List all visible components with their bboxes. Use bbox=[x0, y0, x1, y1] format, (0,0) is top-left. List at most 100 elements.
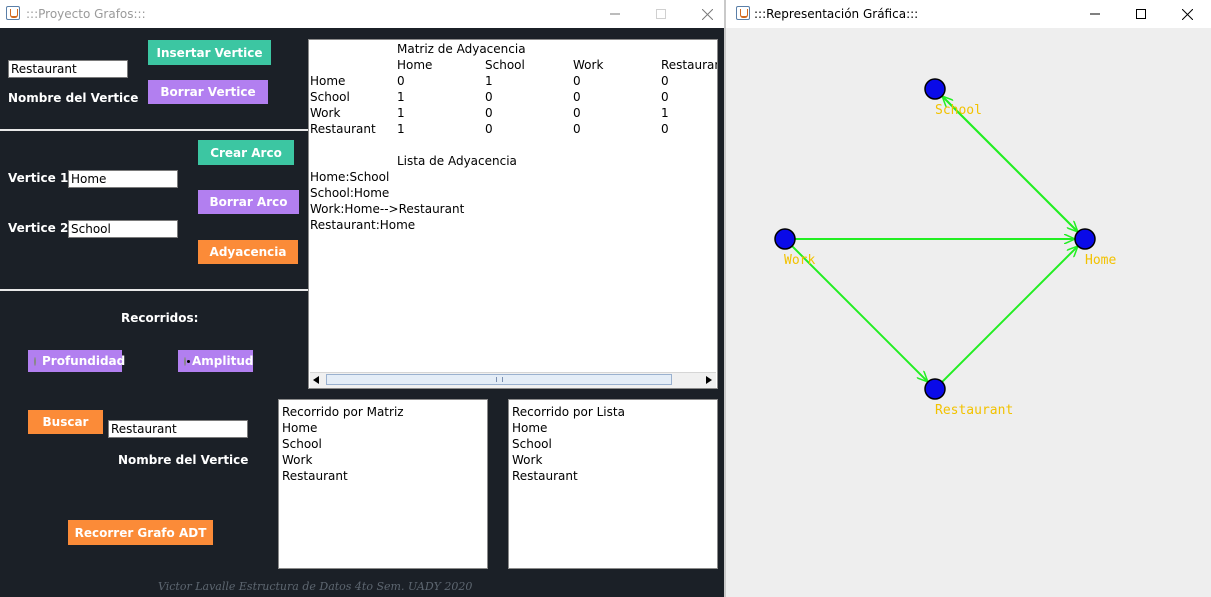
matrix-header: School bbox=[485, 58, 525, 72]
adjacency-textarea[interactable]: Matriz de Adyacencia Home School Work Re… bbox=[308, 39, 718, 389]
graph-node-restaurant[interactable] bbox=[924, 378, 946, 400]
vertex-name-input[interactable]: Restaurant bbox=[8, 60, 128, 78]
window-title: :::Proyecto Grafos::: bbox=[26, 7, 146, 21]
search-button[interactable]: Buscar bbox=[28, 410, 103, 434]
matrix-cell: 0 bbox=[485, 122, 493, 136]
matrix-cell: 0 bbox=[661, 74, 669, 88]
horizontal-scrollbar[interactable] bbox=[310, 372, 716, 388]
matrix-row-label: Restaurant bbox=[310, 122, 376, 136]
close-button[interactable] bbox=[684, 0, 724, 28]
matrix-header: Home bbox=[397, 58, 433, 72]
matrix-cell: 0 bbox=[397, 74, 405, 88]
graph-node-home[interactable] bbox=[1074, 228, 1096, 250]
breadth-radio[interactable]: Amplitud bbox=[178, 350, 253, 372]
close-icon bbox=[1181, 8, 1193, 20]
graph-node-label: Work bbox=[784, 253, 815, 268]
minimize-icon bbox=[1090, 13, 1100, 15]
vertex1-label: Vertice 1: bbox=[8, 171, 74, 185]
adjacency-list-line: School:Home bbox=[310, 186, 390, 200]
matrix-cell: 0 bbox=[573, 106, 581, 120]
adjacency-list-title: Lista de Adyacencia bbox=[397, 154, 517, 168]
matrix-cell: 0 bbox=[573, 122, 581, 136]
java-app-icon bbox=[6, 6, 20, 20]
result-line: Work bbox=[512, 453, 543, 467]
title-bar: :::Representación Gráfica::: bbox=[726, 0, 1211, 28]
depth-radio[interactable]: Profundidad bbox=[28, 350, 126, 372]
graph-node-label: Home bbox=[1085, 253, 1116, 268]
matrix-cell: 1 bbox=[397, 122, 405, 136]
matrix-cell: 1 bbox=[661, 106, 669, 120]
adjacency-list-line: Work:Home-->Restaurant bbox=[310, 202, 465, 216]
insert-vertex-button[interactable]: Insertar Vertice bbox=[148, 40, 271, 65]
graph-edge-restaurant-home bbox=[941, 246, 1078, 383]
adjacency-button[interactable]: Adyacencia bbox=[198, 240, 298, 264]
close-button[interactable] bbox=[1164, 0, 1210, 28]
result-line: Restaurant bbox=[282, 469, 348, 483]
minimize-button[interactable] bbox=[1072, 0, 1118, 28]
graph-node-school[interactable] bbox=[924, 78, 946, 100]
radio-dot bbox=[34, 356, 36, 366]
representacion-grafica-window: :::Representación Gráfica::: SchoolHome W… bbox=[726, 0, 1211, 597]
section-divider bbox=[0, 289, 308, 291]
maximize-button[interactable] bbox=[638, 0, 684, 28]
result-line: School bbox=[512, 437, 552, 451]
result-line: Home bbox=[282, 421, 318, 435]
scroll-right-icon[interactable] bbox=[705, 376, 713, 385]
graph-node-label: School bbox=[935, 103, 982, 118]
result-line: Recorrido por Lista bbox=[512, 405, 625, 419]
matrix-cell: 0 bbox=[661, 90, 669, 104]
matrix-cell: 1 bbox=[485, 74, 493, 88]
delete-vertex-button[interactable]: Borrar Vertice bbox=[148, 80, 268, 104]
result-line: Work bbox=[282, 453, 313, 467]
result-line: Recorrido por Matriz bbox=[282, 405, 404, 419]
result-line: Home bbox=[512, 421, 548, 435]
matrix-cell: 1 bbox=[397, 90, 405, 104]
footer-credit: Victor Lavalle Estructura de Datos 4to S… bbox=[158, 580, 473, 593]
vertex2-label: Vertice 2: bbox=[8, 221, 74, 235]
traverse-graph-button[interactable]: Recorrer Grafo ADT bbox=[68, 520, 213, 545]
matrix-cell: 0 bbox=[573, 90, 581, 104]
search-vertex-input[interactable]: Restaurant bbox=[108, 420, 248, 438]
list-traversal-result[interactable]: Recorrido por Lista Home School Work Res… bbox=[508, 399, 718, 569]
minimize-button[interactable] bbox=[592, 0, 638, 28]
result-line: Restaurant bbox=[512, 469, 578, 483]
matrix-cell: 0 bbox=[573, 74, 581, 88]
delete-arc-button[interactable]: Borrar Arco bbox=[198, 190, 299, 214]
depth-radio-label: Profundidad bbox=[42, 354, 126, 368]
result-line: School bbox=[282, 437, 322, 451]
maximize-button[interactable] bbox=[1118, 0, 1164, 28]
matrix-row-label: School bbox=[310, 90, 350, 104]
window-title: :::Representación Gráfica::: bbox=[754, 7, 919, 21]
vertex1-input[interactable]: Home bbox=[68, 170, 178, 188]
minimize-icon bbox=[610, 13, 620, 15]
breadth-radio-label: Amplitud bbox=[192, 354, 254, 368]
matrix-header: Restaurant bbox=[661, 58, 717, 72]
matrix-traversal-result[interactable]: Recorrido por Matriz Home School Work Re… bbox=[278, 399, 488, 569]
vertex-name-label: Nombre del Vertice bbox=[8, 91, 139, 105]
scroll-grip bbox=[496, 377, 503, 382]
title-bar: :::Proyecto Grafos::: bbox=[0, 0, 724, 28]
matrix-row-label: Home bbox=[310, 74, 346, 88]
search-vertex-label: Nombre del Vertice bbox=[118, 453, 249, 467]
graph-node-work[interactable] bbox=[774, 228, 796, 250]
matrix-cell: 0 bbox=[661, 122, 669, 136]
scroll-left-icon[interactable] bbox=[312, 376, 320, 385]
matrix-row-label: Work bbox=[310, 106, 341, 120]
create-arc-button[interactable]: Crear Arco bbox=[198, 140, 294, 165]
scroll-thumb[interactable] bbox=[326, 374, 672, 385]
java-app-icon bbox=[736, 6, 750, 20]
adjacency-list-line: Restaurant:Home bbox=[310, 218, 416, 232]
graph-node-label: Restaurant bbox=[935, 403, 1013, 418]
section-divider bbox=[0, 129, 308, 131]
maximize-icon bbox=[656, 9, 666, 19]
matrix-header: Work bbox=[573, 58, 604, 72]
traversal-heading: Recorridos: bbox=[121, 311, 199, 325]
graph-canvas: School Home Work Restaurant bbox=[774, 78, 1116, 418]
matrix-cell: 1 bbox=[397, 106, 405, 120]
matrix-title: Matriz de Adyacencia bbox=[397, 42, 526, 56]
vertex2-input[interactable]: School bbox=[68, 220, 178, 238]
close-icon bbox=[701, 8, 713, 20]
matrix-cell: 0 bbox=[485, 106, 493, 120]
matrix-cell: 0 bbox=[485, 90, 493, 104]
radio-dot-selected bbox=[184, 356, 190, 366]
